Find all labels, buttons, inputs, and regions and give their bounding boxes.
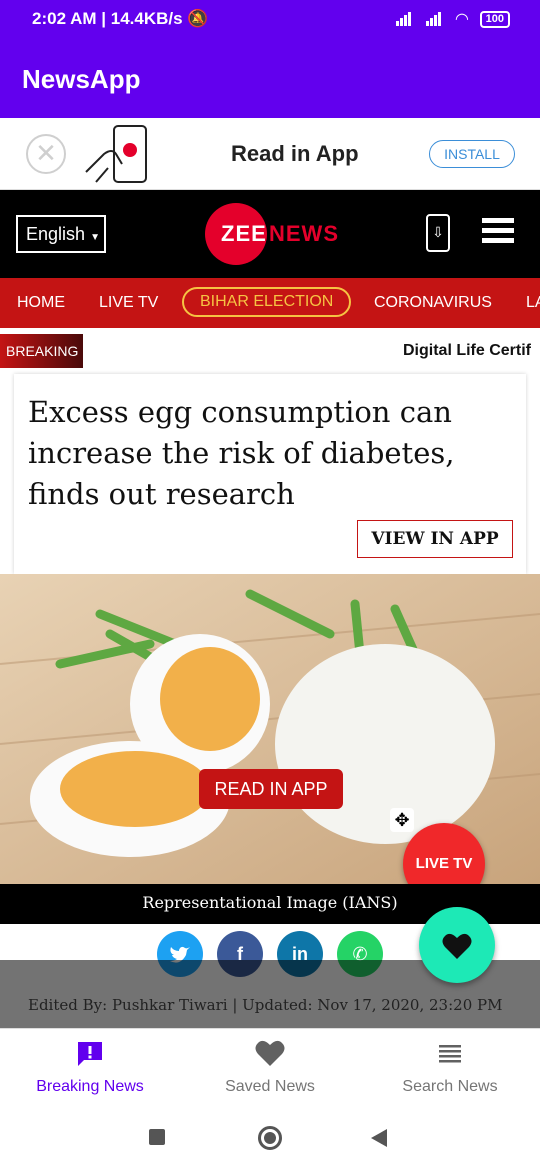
favorite-button[interactable]	[419, 907, 495, 983]
heart-icon	[442, 933, 472, 959]
wifi-icon: ◠	[455, 11, 469, 28]
install-button[interactable]: INSTALL	[429, 140, 515, 168]
heart-icon	[255, 1040, 285, 1066]
hamburger-menu-icon[interactable]	[482, 218, 514, 244]
breaking-ticker[interactable]: Digital Life Certif	[403, 342, 531, 360]
tab-breaking-news[interactable]: Breaking News	[0, 1039, 180, 1096]
view-in-app-button[interactable]: VIEW IN APP	[357, 520, 513, 558]
alert-icon	[78, 1042, 102, 1066]
signal-icon-2	[426, 11, 446, 27]
banner-text: Read in App	[231, 141, 359, 166]
status-bar: 2:02 AM | 14.4KB/s 🔕 ◠ 100	[0, 0, 540, 40]
site-header: English ▼ ZEE NEWS ⇩	[0, 190, 540, 278]
back-button[interactable]	[371, 1129, 387, 1147]
logo-zee-text: ZEE	[221, 221, 267, 246]
tab-search-news[interactable]: Search News	[360, 1039, 540, 1096]
tab-saved-news[interactable]: Saved News	[180, 1039, 360, 1096]
nav-live-tv[interactable]: LIVE TV	[99, 294, 158, 312]
install-banner: ✕ Read in App INSTALL	[0, 118, 540, 190]
breaking-tag: BREAKING	[0, 334, 83, 368]
nav-more[interactable]: LA	[526, 294, 540, 312]
close-icon[interactable]: ✕	[26, 134, 66, 174]
signal-icon	[396, 11, 416, 27]
recents-button[interactable]	[149, 1129, 165, 1145]
list-icon	[439, 1045, 461, 1063]
status-time: 2:02 AM | 14.4KB/s 🔕	[32, 9, 209, 28]
caret-down-icon: ▼	[90, 232, 100, 243]
logo-news-text: NEWS	[269, 221, 339, 246]
read-in-app-button[interactable]: READ IN APP	[199, 769, 343, 809]
nav-coronavirus[interactable]: CORONAVIRUS	[374, 294, 492, 312]
bottom-nav: Breaking News Saved News Search News	[0, 1028, 540, 1106]
edited-by: Edited By: Pushkar Tiwari | Updated: Nov…	[28, 996, 503, 1014]
move-icon[interactable]: ✥	[390, 808, 414, 832]
language-select[interactable]: English ▼	[16, 215, 106, 253]
system-nav	[0, 1106, 540, 1170]
mute-icon: 🔕	[187, 9, 209, 28]
app-bar: NewsApp	[0, 40, 540, 118]
breaking-bar: BREAKING Digital Life Certif	[0, 334, 540, 368]
status-icons: ◠ 100	[396, 9, 510, 29]
zee-logo[interactable]: ZEE NEWS	[205, 203, 340, 265]
nav-home[interactable]: HOME	[17, 294, 65, 312]
phone-hand-icon	[85, 125, 147, 183]
mobile-app-icon[interactable]: ⇩	[426, 214, 450, 252]
category-nav: HOME LIVE TV BIHAR ELECTION CORONAVIRUS …	[0, 278, 540, 328]
home-button[interactable]	[258, 1126, 282, 1150]
nav-bihar-election[interactable]: BIHAR ELECTION	[182, 287, 352, 317]
battery-icon: 100	[479, 10, 510, 28]
article-card: Excess egg consumption can increase the …	[14, 374, 526, 574]
app-title: NewsApp	[22, 64, 141, 94]
article-headline: Excess egg consumption can increase the …	[28, 395, 455, 511]
